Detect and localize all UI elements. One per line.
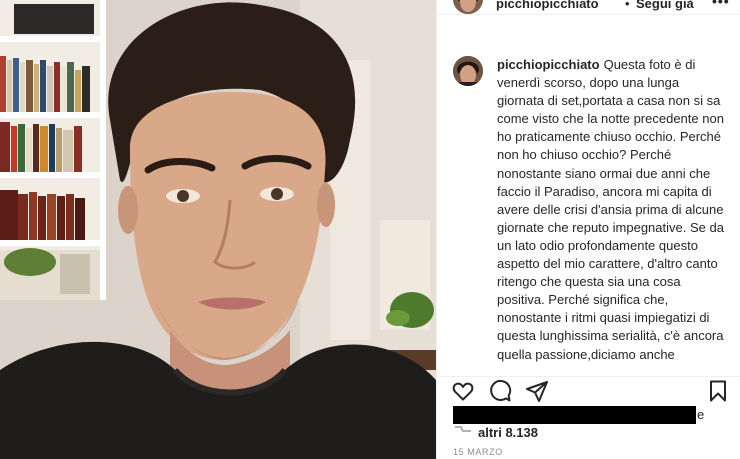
redacted-likes-block: [453, 406, 696, 424]
caption-username[interactable]: picchiopicchiato: [497, 57, 600, 72]
heart-icon[interactable]: [451, 379, 475, 403]
header-avatar[interactable]: [453, 0, 483, 14]
action-bar: [437, 376, 740, 405]
likes-others-link[interactable]: altri 8.138: [478, 425, 538, 440]
post-header: picchiopicchiato • Segui già •••: [437, 0, 740, 15]
post-caption: picchiopicchiato Questa foto è di venerdì…: [497, 56, 727, 366]
portrait-image: [0, 0, 436, 459]
more-options-icon[interactable]: •••: [712, 0, 730, 9]
follow-status-button[interactable]: Segui già: [636, 0, 694, 11]
post-sidebar: picchiopicchiato • Segui già ••• picchio…: [436, 0, 740, 459]
caption-section: picchiopicchiato Questa foto è di venerdì…: [453, 56, 733, 366]
partially-hidden-avatar: [453, 422, 473, 432]
header-separator: •: [625, 0, 630, 11]
likes-conjunction: e: [697, 407, 705, 422]
post-photo[interactable]: [0, 0, 436, 459]
paper-plane-icon[interactable]: [525, 379, 549, 403]
header-username[interactable]: picchiopicchiato: [496, 0, 599, 11]
comment-icon[interactable]: [488, 379, 512, 403]
caption-text: Questa foto è di venerdì scorso, dopo un…: [497, 57, 724, 366]
post-date[interactable]: 15 MARZO: [453, 447, 503, 457]
caption-avatar[interactable]: [453, 56, 483, 86]
bookmark-icon[interactable]: [706, 379, 730, 403]
